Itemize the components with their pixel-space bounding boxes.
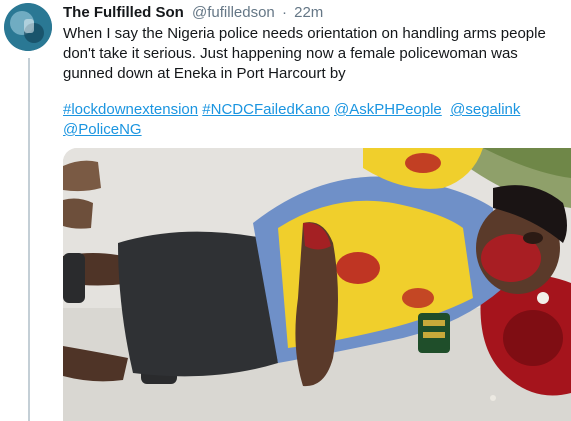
- tweet-header: The Fulfilled Son @fufilledson · 22m: [63, 3, 323, 23]
- mention-link[interactable]: @PoliceNG: [63, 121, 142, 138]
- mention-link[interactable]: @AskPHPeople: [334, 101, 442, 118]
- avatar-image: [4, 3, 52, 51]
- timestamp[interactable]: 22m: [294, 4, 323, 21]
- tweet-body: When I say the Nigeria police needs orie…: [63, 24, 563, 84]
- mention-link[interactable]: @segalink: [450, 101, 520, 118]
- user-handle[interactable]: @fufilledson: [192, 4, 275, 21]
- hashtag-link[interactable]: #NCDCFailedKano: [202, 101, 330, 118]
- photo-illustration: [63, 148, 571, 421]
- tweet-text-line: When I say the Nigeria police needs orie…: [63, 25, 546, 42]
- hashtag-link[interactable]: #lockdownextension: [63, 101, 198, 118]
- tweet-card[interactable]: The Fulfilled Son @fufilledson · 22m Whe…: [0, 0, 571, 421]
- tweet-text-line: gunned down at Eneka in Port Harcourt by: [63, 65, 346, 82]
- avatar[interactable]: [4, 3, 52, 51]
- tweet-text-line: don't take it serious. Just happening no…: [63, 45, 518, 62]
- thread-connector-line: [28, 58, 30, 421]
- tweet-media-photo[interactable]: [63, 148, 571, 421]
- display-name[interactable]: The Fulfilled Son: [63, 4, 184, 21]
- separator-dot: ·: [281, 4, 287, 21]
- tweet-hashtags: #lockdownextension #NCDCFailedKano @AskP…: [63, 100, 563, 140]
